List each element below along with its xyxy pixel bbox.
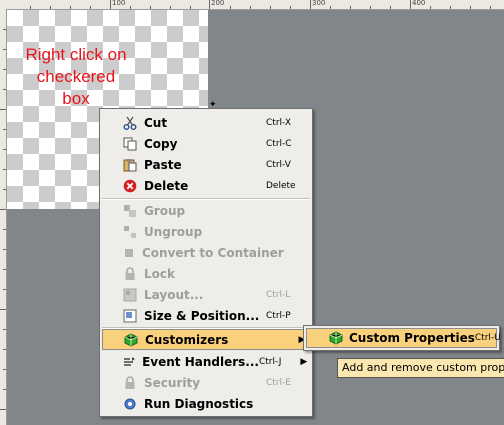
menu-item-shortcut: Delete [266, 180, 296, 191]
menu-item-label: Event Handlers... [142, 354, 259, 369]
menu-item-label: Group [144, 203, 186, 218]
menu-item-lock[interactable]: Lock [102, 263, 310, 284]
copy-icon [122, 136, 138, 152]
container-icon [122, 245, 136, 261]
menu-item-shortcut: Ctrl-E [266, 377, 291, 388]
hint-line-1: Right click on [25, 45, 127, 64]
menu-item-label: Convert to Container [142, 245, 284, 260]
menu-item-label: Size & Position... [144, 308, 260, 323]
menu-item-label: Paste [144, 157, 182, 172]
menu-item-delete[interactable]: Delete Delete [102, 175, 310, 196]
menu-item-convert-to-container[interactable]: Convert to Container [102, 242, 310, 263]
menu-item-cut[interactable]: Cut Ctrl-X [102, 112, 310, 133]
size-position-icon [122, 308, 138, 324]
menu-item-shortcut: Ctrl-L [266, 289, 291, 300]
context-menu: Cut Ctrl-X Copy Ctrl-C Paste Ctrl-V Dele… [99, 108, 313, 417]
menu-item-shortcut: Ctrl-J [258, 356, 282, 367]
submenu-item-shortcut: Ctrl-U [474, 333, 501, 343]
menu-item-layout[interactable]: Layout... Ctrl-L [102, 284, 310, 305]
menu-item-shortcut: Ctrl-P [266, 310, 291, 321]
scissors-icon [122, 115, 138, 131]
menu-item-label: Cut [144, 115, 168, 130]
menu-item-customizers[interactable]: Customizers ▶ [102, 329, 310, 350]
submenu-item-custom-properties[interactable]: Custom Properties Ctrl-U [306, 328, 501, 348]
menu-item-shortcut: Ctrl-C [266, 138, 292, 149]
menu-item-event-handlers[interactable]: Event Handlers... Ctrl-J ▶ [102, 351, 310, 372]
ruler-label-400: 400 [412, 0, 426, 7]
menu-item-label: Customizers [145, 332, 229, 347]
lock-icon [122, 266, 138, 282]
menu-item-security[interactable]: Security Ctrl-E [102, 372, 310, 393]
menu-item-size-position[interactable]: Size & Position... Ctrl-P [102, 305, 310, 326]
menu-item-label: Delete [144, 178, 189, 193]
ruler-label-200: 200 [211, 0, 225, 7]
diagnostics-icon [122, 396, 138, 412]
menu-item-label: Lock [144, 266, 175, 281]
menu-item-label: Ungroup [144, 224, 203, 239]
canvas-hint-text: Right click on checkered box [14, 44, 138, 110]
menu-item-label: Security [144, 375, 201, 390]
menu-item-label: Layout... [144, 287, 204, 302]
tooltip: Add and remove custom properties [337, 358, 504, 378]
hint-line-3: box [62, 89, 90, 108]
menu-item-group[interactable]: Group [102, 200, 310, 221]
menu-item-paste[interactable]: Paste Ctrl-V [102, 154, 310, 175]
ruler-label-300: 300 [312, 0, 326, 7]
ruler-label-100: 100 [112, 0, 126, 7]
customizers-submenu: Custom Properties Ctrl-U [303, 325, 501, 351]
paste-icon [122, 157, 138, 173]
delete-icon [122, 178, 138, 194]
submenu-arrow-icon: ▶ [300, 356, 308, 367]
submenu-item-label: Custom Properties [349, 331, 475, 345]
menu-item-shortcut: Ctrl-X [266, 117, 291, 128]
customizer-icon [123, 332, 139, 348]
security-icon [122, 375, 138, 391]
menu-item-label: Copy [144, 136, 178, 151]
ungroup-icon [122, 224, 138, 240]
left-ruler [0, 9, 7, 425]
top-ruler: 100 200 300 400 [0, 0, 504, 10]
customizer-icon [329, 330, 343, 346]
menu-item-copy[interactable]: Copy Ctrl-C [102, 133, 310, 154]
menu-item-ungroup[interactable]: Ungroup [102, 221, 310, 242]
menu-item-label: Run Diagnostics [144, 396, 254, 411]
layout-icon [122, 287, 138, 303]
event-handlers-icon [122, 354, 136, 370]
hint-line-2: checkered [36, 67, 116, 86]
group-icon [122, 203, 138, 219]
menu-item-run-diagnostics[interactable]: Run Diagnostics [102, 393, 310, 414]
menu-item-shortcut: Ctrl-V [266, 159, 291, 170]
